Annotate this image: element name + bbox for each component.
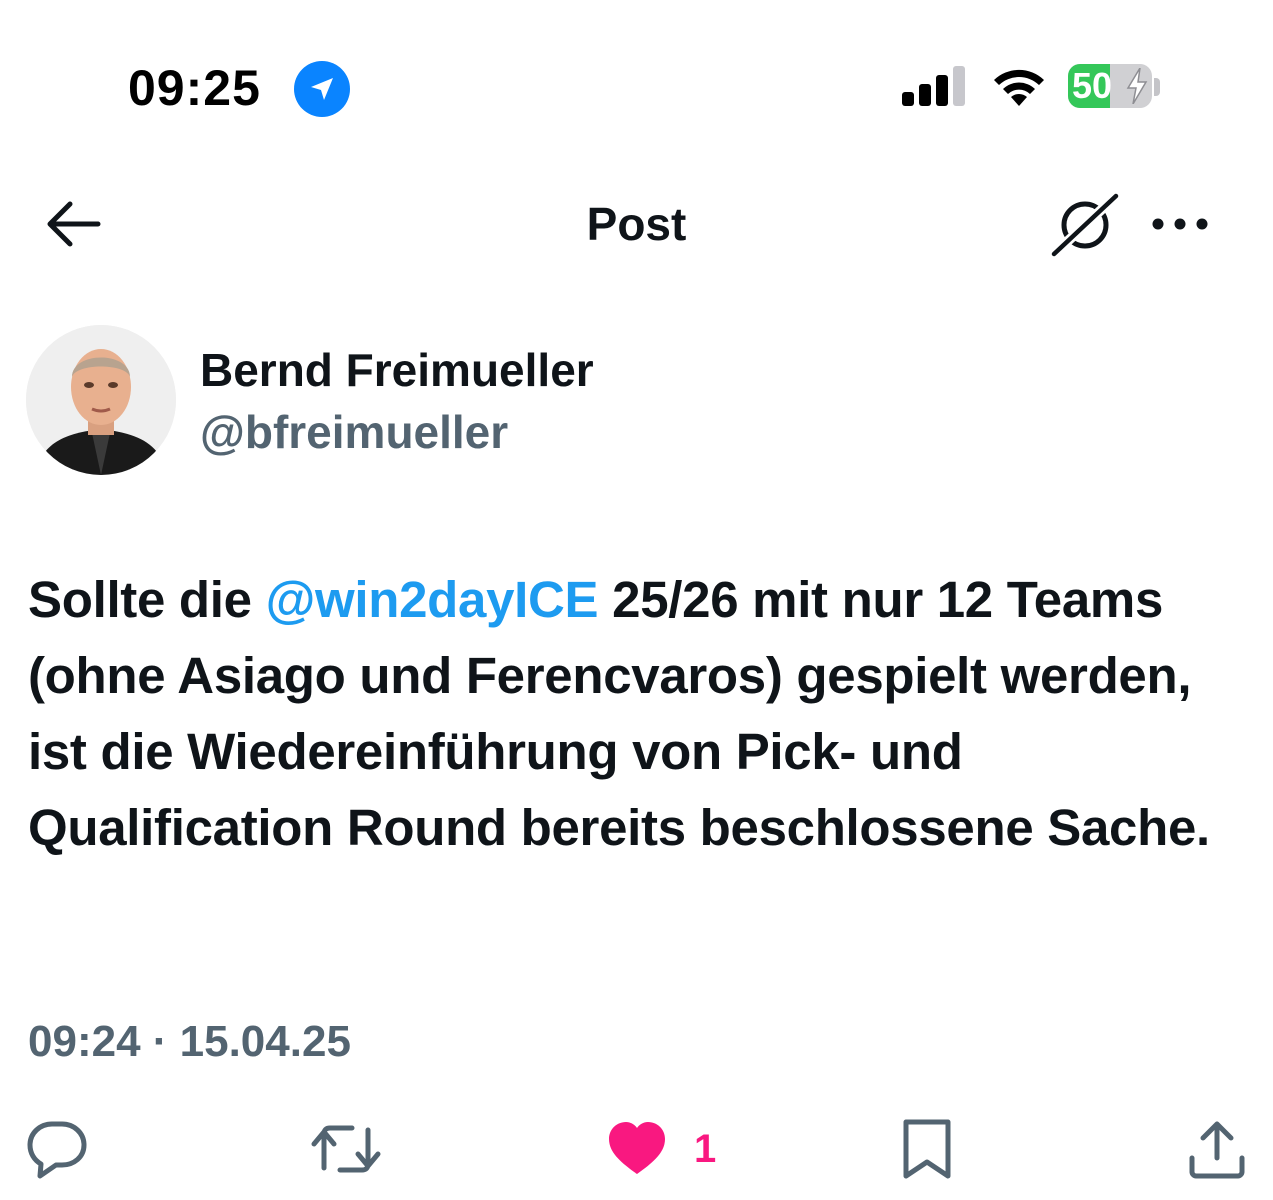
location-arrow-icon [294, 61, 350, 117]
share-button[interactable] [1186, 1118, 1248, 1182]
heart-filled-icon [609, 1122, 665, 1174]
status-time: 09:25 [128, 60, 261, 116]
reply-button[interactable] [26, 1118, 88, 1182]
like-count: 1 [694, 1127, 717, 1171]
wifi-icon [994, 69, 1044, 106]
avatar[interactable] [26, 325, 176, 475]
tweet-text-start: Sollte die [28, 571, 266, 628]
bookmark-button[interactable] [900, 1118, 954, 1182]
mention-link[interactable]: @win2dayICE [266, 571, 599, 628]
cellular-signal-icon [902, 66, 965, 106]
battery-nub [1154, 78, 1160, 96]
tweet-text: Sollte die @win2dayICE 25/26 mit nur 12 … [28, 562, 1238, 866]
retweet-button[interactable] [310, 1118, 382, 1182]
author-name[interactable]: Bernd Freimueller [200, 342, 594, 398]
tweet-timestamp: 09:24 · 15.04.25 [28, 1017, 351, 1066]
reply-icon [27, 1121, 87, 1179]
bookmark-icon [903, 1119, 951, 1179]
share-icon [1189, 1121, 1245, 1179]
author-handle[interactable]: @bfreimueller [200, 404, 508, 460]
grok-icon[interactable] [1050, 192, 1120, 258]
like-button[interactable]: 1 [606, 1118, 726, 1182]
battery-level: 50 [1072, 65, 1113, 106]
charging-bolt-icon [1126, 68, 1148, 104]
retweet-icon [311, 1125, 381, 1173]
battery-charging-icon: 50 [1068, 64, 1152, 108]
more-horizontal-icon[interactable] [1150, 212, 1210, 236]
